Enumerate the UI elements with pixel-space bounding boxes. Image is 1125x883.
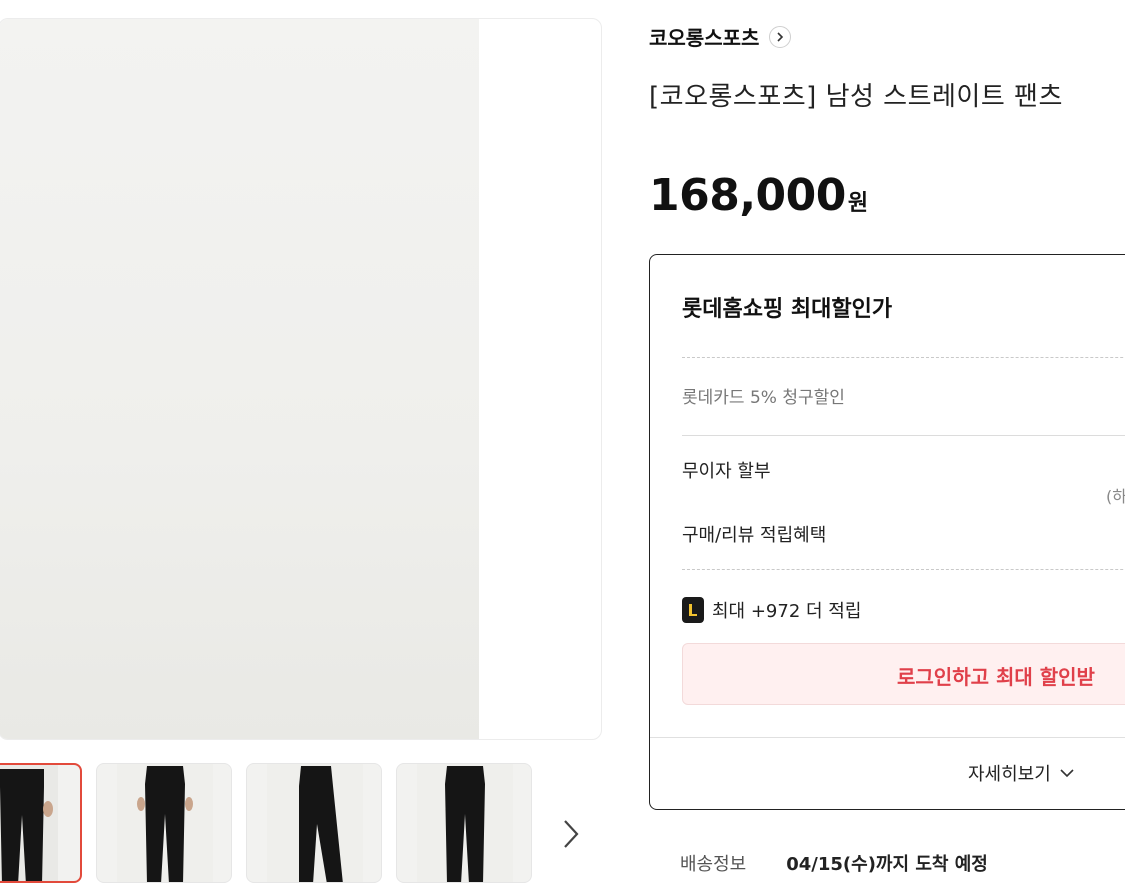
shipping-info: 배송정보 04/15(수)까지 도착 예정 (680, 850, 988, 876)
points-label: 구매/리뷰 적립혜택 (682, 525, 827, 546)
photo-background (0, 19, 479, 739)
shipping-label: 배송정보 (680, 854, 747, 875)
price-unit: 원 (847, 191, 869, 216)
chevron-right-icon (777, 31, 784, 42)
price-value: 168,000 (649, 170, 846, 221)
max-discount-title: 롯데홈쇼핑 최대할인가 (682, 297, 893, 322)
brand-name: 코오롱스포츠 (649, 26, 760, 50)
divider-solid (650, 737, 1125, 738)
login-button-label: 로그인하고 최대 할인받 (897, 665, 1095, 689)
view-details-label: 자세히보기 (968, 764, 1051, 785)
thumbnail-4[interactable] (396, 763, 532, 883)
thumbnail-3[interactable] (246, 763, 382, 883)
view-details-button[interactable]: 자세히보기 (968, 760, 1075, 786)
divider-solid (682, 435, 1125, 436)
installment-note: (하 (1106, 487, 1125, 506)
card-discount-text: 롯데카드 5% 청구할인 (682, 388, 845, 408)
l-point-icon (682, 597, 704, 623)
thumbnail-1[interactable] (0, 763, 82, 883)
installment-label: 무이자 할부 (682, 461, 771, 482)
product-price: 168,000 원 (649, 170, 868, 221)
login-for-max-discount-button[interactable]: 로그인하고 최대 할인받 (682, 643, 1125, 705)
benefit-box: 롯데홈쇼핑 최대할인가 롯데카드 5% 청구할인 무이자 할부 (하 구매/리뷰… (649, 254, 1125, 810)
points-extra-text: 최대 +972 더 적립 (712, 601, 862, 622)
thumbnail-1-image (0, 765, 58, 881)
product-title: [코오롱스포츠] 남성 스트레이트 팬츠 (649, 82, 1063, 112)
chevron-right-icon (564, 820, 579, 848)
thumbnail-next-button[interactable] (556, 814, 586, 854)
main-product-image[interactable] (0, 18, 602, 740)
brand-arrow-button[interactable] (769, 25, 792, 48)
thumbnail-2[interactable] (96, 763, 232, 883)
divider-dashed (682, 569, 1125, 570)
thumbnail-4-image (417, 764, 513, 882)
brand-link[interactable]: 코오롱스포츠 (649, 22, 792, 51)
points-extra-row: 최대 +972 더 적립 (682, 597, 861, 623)
shipping-value: 04/15(수)까지 도착 예정 (786, 854, 988, 875)
divider-dashed (682, 357, 1125, 358)
thumbnail-2-image (117, 764, 213, 882)
thumbnail-3-image (267, 764, 363, 882)
chevron-down-icon (1060, 769, 1074, 778)
